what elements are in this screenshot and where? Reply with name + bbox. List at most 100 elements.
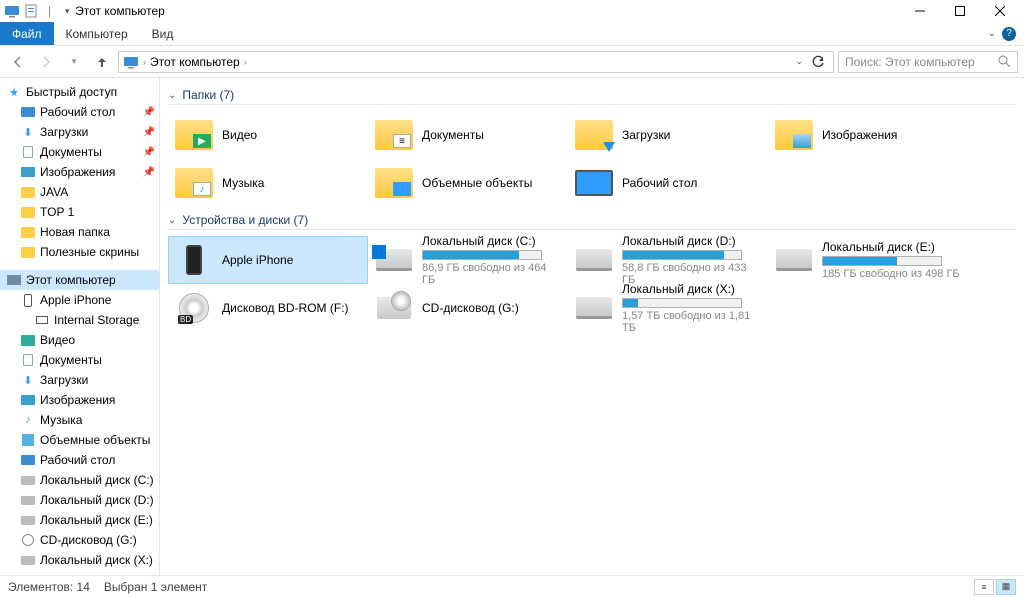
- device-cd[interactable]: CD-дисковод (G:): [368, 284, 568, 332]
- navigation-tree[interactable]: ★Быстрый доступ Рабочий стол📌 ⬇Загрузки📌…: [0, 78, 160, 575]
- tree-item-documents[interactable]: Документы: [0, 350, 159, 370]
- folder-downloads[interactable]: Загрузки: [568, 111, 768, 159]
- properties-icon[interactable]: [24, 3, 40, 19]
- group-title: Устройства и диски (7): [182, 213, 308, 227]
- folder-3d[interactable]: Объемные объекты: [368, 159, 568, 207]
- address-bar: ▾ › Этот компьютер › ⌄ Поиск: Этот компь…: [0, 46, 1024, 78]
- folder-pictures[interactable]: Изображения: [768, 111, 968, 159]
- tree-item-folder[interactable]: Полезные скрины: [0, 242, 159, 262]
- free-space: 86,9 ГБ свободно из 464 ГБ: [422, 262, 562, 286]
- address-box[interactable]: › Этот компьютер › ⌄: [118, 51, 834, 73]
- tab-view[interactable]: Вид: [140, 22, 186, 45]
- chevron-right-icon[interactable]: ›: [244, 57, 247, 67]
- tree-item-drive-e[interactable]: Локальный диск (E:): [0, 510, 159, 530]
- item-label: Локальный диск (D:): [622, 234, 762, 248]
- tree-item-desktop[interactable]: Рабочий стол📌: [0, 102, 159, 122]
- desktop-icon: [20, 104, 36, 120]
- tree-item-iphone[interactable]: Apple iPhone: [0, 290, 159, 310]
- item-label: Локальный диск (C:): [422, 234, 562, 248]
- tree-label: Документы: [40, 353, 102, 367]
- tree-item-videos[interactable]: Видео: [0, 330, 159, 350]
- tree-item-3d[interactable]: Объемные объекты: [0, 430, 159, 450]
- quick-launch: | ▾: [4, 3, 75, 19]
- tree-item-drive-d[interactable]: Локальный диск (D:): [0, 490, 159, 510]
- item-label: Документы: [422, 128, 562, 142]
- tree-label: Локальный диск (E:): [40, 513, 153, 527]
- recent-locations-button[interactable]: ▾: [62, 50, 86, 74]
- devices-grid: Apple iPhone Локальный диск (C:) 86,9 ГБ …: [168, 236, 1016, 332]
- usage-bar: [622, 250, 742, 260]
- minimize-button[interactable]: [900, 0, 940, 22]
- device-drive-x[interactable]: Локальный диск (X:)1,57 ТБ свободно из 1…: [568, 284, 768, 332]
- tree-item-folder[interactable]: TOP 1: [0, 202, 159, 222]
- window-controls: [900, 0, 1020, 22]
- tree-item-desktop[interactable]: Рабочий стол: [0, 450, 159, 470]
- tree-label: Видео: [40, 333, 75, 347]
- item-label: Дисковод BD-ROM (F:): [222, 301, 362, 315]
- view-switcher: ≡ ▦: [974, 579, 1016, 595]
- folder-desktop[interactable]: Рабочий стол: [568, 159, 768, 207]
- device-bd[interactable]: BD Дисковод BD-ROM (F:): [168, 284, 368, 332]
- usage-bar: [422, 250, 542, 260]
- tree-label: Изображения: [40, 165, 115, 179]
- tree-item-pictures[interactable]: Изображения📌: [0, 162, 159, 182]
- device-iphone[interactable]: Apple iPhone: [168, 236, 368, 284]
- pin-icon: 📌: [143, 147, 155, 158]
- search-icon[interactable]: [998, 55, 1011, 68]
- folder-music[interactable]: ♪Музыка: [168, 159, 368, 207]
- tree-item-downloads[interactable]: ⬇Загрузки📌: [0, 122, 159, 142]
- tree-item-pictures[interactable]: Изображения: [0, 390, 159, 410]
- up-button[interactable]: [90, 50, 114, 74]
- refresh-button[interactable]: [807, 51, 829, 73]
- group-folders[interactable]: ⌄Папки (7): [168, 88, 1016, 105]
- music-icon: ♪: [20, 412, 36, 428]
- device-drive-c[interactable]: Локальный диск (C:) 86,9 ГБ свободно из 4…: [368, 236, 568, 284]
- tree-item-storage[interactable]: Internal Storage: [0, 310, 159, 330]
- search-input[interactable]: Поиск: Этот компьютер: [838, 51, 1018, 73]
- group-devices[interactable]: ⌄Устройства и диски (7): [168, 213, 1016, 230]
- item-label: Рабочий стол: [622, 176, 762, 190]
- tree-this-pc[interactable]: Этот компьютер: [0, 270, 159, 290]
- address-dropdown-icon[interactable]: ⌄: [795, 56, 803, 67]
- tree-item-drive-x[interactable]: Локальный диск (X:): [0, 550, 159, 570]
- tree-item-documents[interactable]: Документы📌: [0, 142, 159, 162]
- downloads-icon: [575, 120, 613, 150]
- tree-item-cd[interactable]: CD-дисковод (G:): [0, 530, 159, 550]
- tree-item-downloads[interactable]: ⬇Загрузки: [0, 370, 159, 390]
- device-drive-e[interactable]: Локальный диск (E:)185 ГБ свободно из 49…: [768, 236, 968, 284]
- tree-item-folder[interactable]: Новая папка: [0, 222, 159, 242]
- free-space: 1,57 ТБ свободно из 1,81 ТБ: [622, 310, 762, 334]
- folder-videos[interactable]: ▶Видео: [168, 111, 368, 159]
- help-icon[interactable]: ?: [1002, 27, 1016, 41]
- drive-icon: [576, 249, 612, 271]
- content-pane[interactable]: ⌄Папки (7) ▶Видео ≡Документы Загрузки Из…: [160, 78, 1024, 575]
- pin-icon: 📌: [143, 107, 155, 118]
- 3d-icon: [375, 168, 413, 198]
- tree-item-music[interactable]: ♪Музыка: [0, 410, 159, 430]
- chevron-down-icon[interactable]: ▾: [59, 3, 75, 19]
- tree-quick-access[interactable]: ★Быстрый доступ: [0, 82, 159, 102]
- tree-item-drive-c[interactable]: Локальный диск (C:): [0, 470, 159, 490]
- pictures-icon: [20, 392, 36, 408]
- pc-icon: [123, 54, 139, 70]
- chevron-right-icon[interactable]: ›: [143, 57, 146, 67]
- folder-documents[interactable]: ≡Документы: [368, 111, 568, 159]
- details-view-button[interactable]: ≡: [974, 579, 994, 595]
- device-drive-d[interactable]: Локальный диск (D:)58,8 ГБ свободно из 4…: [568, 236, 768, 284]
- maximize-button[interactable]: [940, 0, 980, 22]
- bd-icon: BD: [179, 293, 209, 323]
- back-button[interactable]: [6, 50, 30, 74]
- tab-computer[interactable]: Компьютер: [54, 22, 140, 45]
- expand-ribbon-icon[interactable]: ⌄: [988, 28, 996, 39]
- window-title: Этот компьютер: [75, 4, 165, 18]
- forward-button[interactable]: [34, 50, 58, 74]
- tiles-view-button[interactable]: ▦: [996, 579, 1016, 595]
- tree-item-folder[interactable]: JAVA: [0, 182, 159, 202]
- breadcrumb[interactable]: Этот компьютер: [150, 55, 240, 69]
- tree-label: Полезные скрины: [40, 245, 139, 259]
- ribbon-right: ⌄ ?: [988, 22, 1024, 45]
- tab-file[interactable]: Файл: [0, 22, 54, 45]
- close-button[interactable]: [980, 0, 1020, 22]
- tree-label: Этот компьютер: [26, 273, 116, 287]
- status-bar: Элементов: 14 Выбран 1 элемент ≡ ▦: [0, 575, 1024, 597]
